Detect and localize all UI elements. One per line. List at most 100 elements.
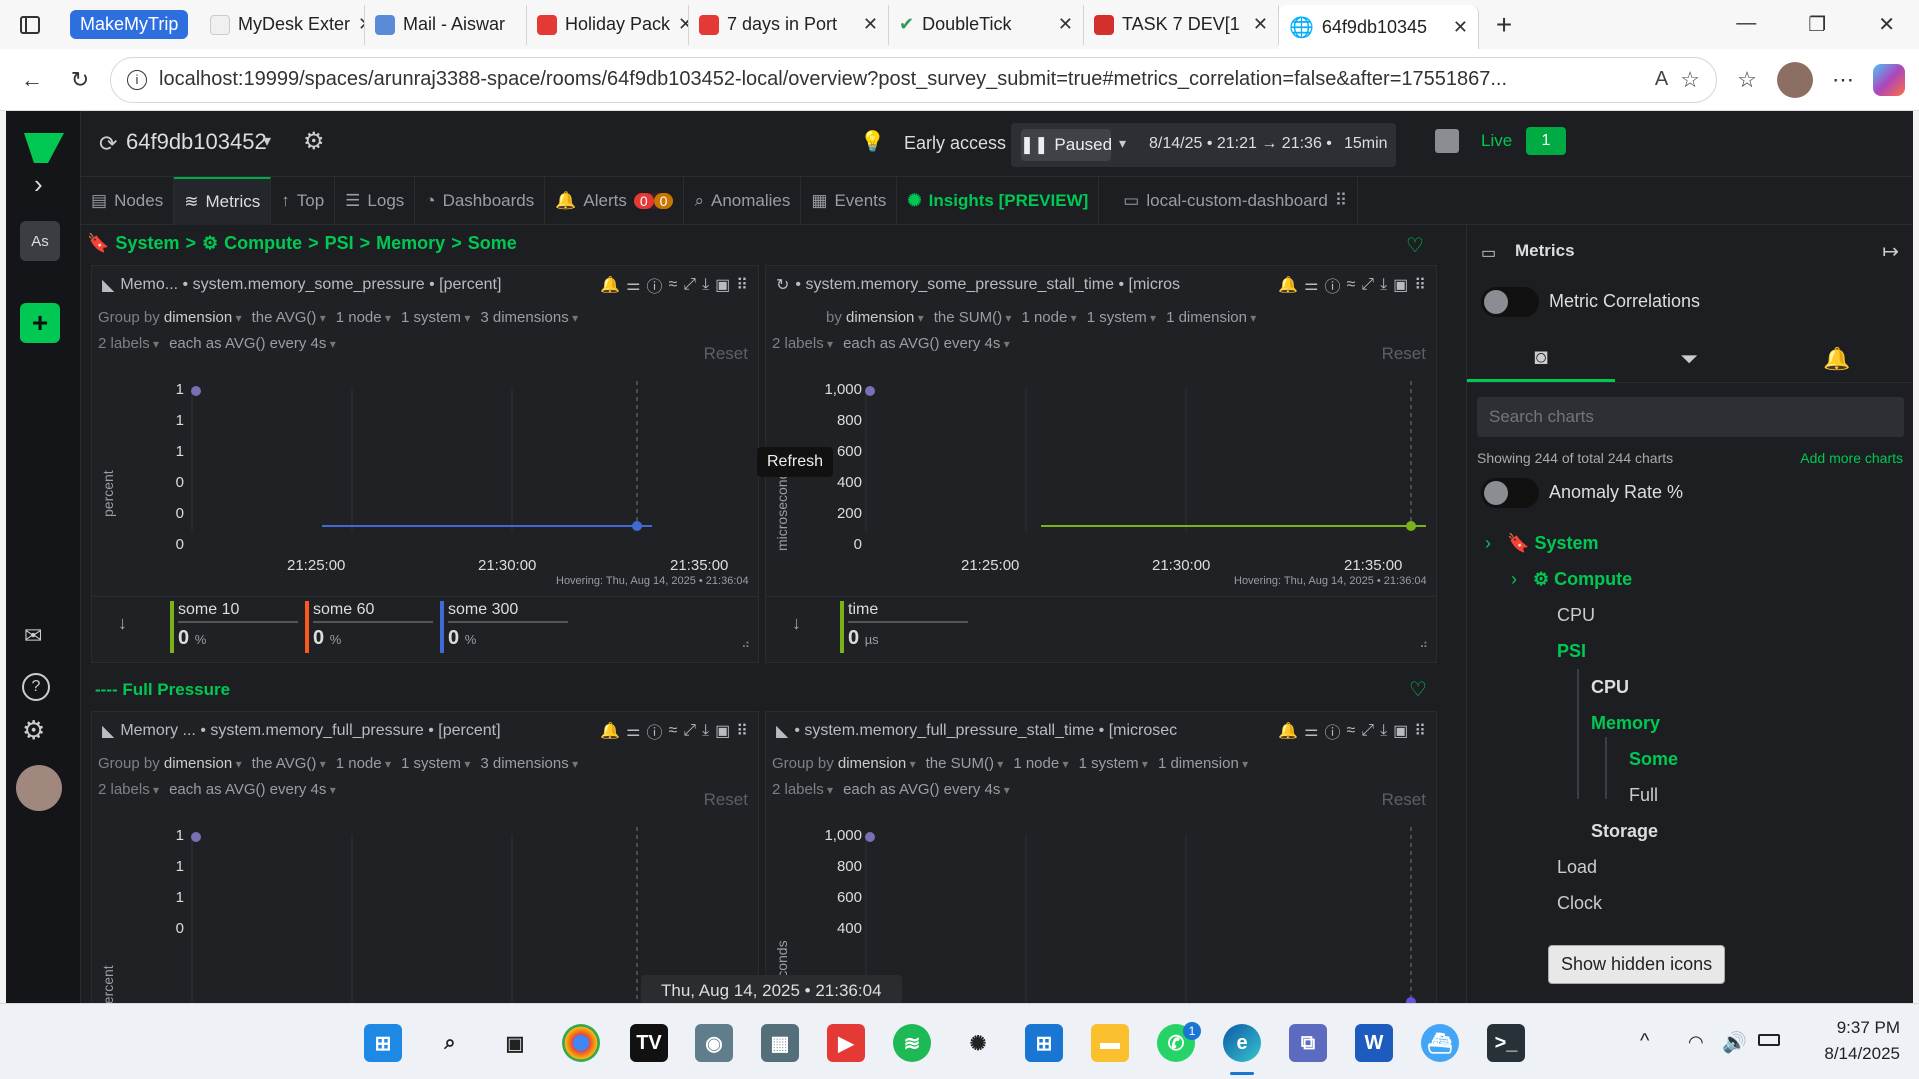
tree-item-cpu[interactable]: CPU bbox=[1557, 605, 1595, 626]
group-by[interactable]: Group by dimension bbox=[98, 755, 242, 772]
chart-plot[interactable] bbox=[92, 381, 760, 546]
sort-arrow-icon[interactable]: ↓ bbox=[118, 613, 127, 634]
add-space-button[interactable]: + bbox=[20, 303, 60, 343]
save-icon[interactable]: ▣ bbox=[715, 275, 730, 295]
tree-item-load[interactable]: Load bbox=[1557, 857, 1597, 878]
chatgpt-icon[interactable]: ✺ bbox=[959, 1024, 997, 1062]
alert-bell-icon[interactable]: 🔔 bbox=[1278, 275, 1298, 295]
alert-bell-icon[interactable]: 🔔 bbox=[600, 721, 620, 741]
drag-handle-icon[interactable]: ⠿ bbox=[1414, 275, 1426, 295]
tab-custom-dashboard[interactable]: ▭ local-custom-dashboard ⠿ bbox=[1113, 176, 1359, 225]
tab-metrics[interactable]: ≋ Metrics bbox=[174, 176, 272, 225]
download-icon[interactable]: ⤓ bbox=[1380, 722, 1387, 740]
correlation-icon[interactable]: ≈ bbox=[1346, 722, 1355, 740]
tree-item-full[interactable]: Full bbox=[1629, 785, 1658, 806]
drag-handle-icon[interactable]: ⠿ bbox=[736, 721, 748, 741]
close-icon[interactable]: ✕ bbox=[1453, 17, 1468, 38]
room-name[interactable]: 64f9db103452 bbox=[126, 129, 267, 155]
dimensions-select[interactable]: 1 dimension bbox=[1166, 309, 1256, 326]
legend-item[interactable]: time 0 µs bbox=[840, 601, 968, 653]
breadcrumb-compute[interactable]: Compute bbox=[224, 233, 302, 254]
nodes-status-icon[interactable] bbox=[1435, 129, 1459, 153]
expand-chevron-icon[interactable]: › bbox=[1511, 569, 1517, 590]
tree-item-psi-cpu[interactable]: CPU bbox=[1591, 677, 1629, 698]
settings-sliders-icon[interactable]: ⚌ bbox=[626, 275, 640, 295]
legend-item[interactable]: some 10 0 % bbox=[170, 601, 298, 653]
tab-top[interactable]: ↑ Top bbox=[271, 176, 336, 225]
store-icon[interactable]: ⊞ bbox=[1025, 1024, 1063, 1062]
favorites-icon[interactable]: ☆ bbox=[1729, 62, 1765, 98]
chrome-icon[interactable] bbox=[562, 1024, 600, 1062]
resize-handle-icon[interactable]: ⠴ bbox=[741, 637, 750, 651]
tree-item-some[interactable]: Some bbox=[1629, 749, 1678, 770]
aggregation-select[interactable]: the SUM() bbox=[934, 309, 1012, 326]
tree-item-clock[interactable]: Clock bbox=[1557, 893, 1602, 914]
breadcrumb-psi[interactable]: PSI bbox=[325, 233, 354, 254]
download-icon[interactable]: ⤓ bbox=[702, 722, 709, 740]
labels-select[interactable]: 2 labels bbox=[98, 335, 159, 352]
systems-select[interactable]: 1 system bbox=[401, 755, 470, 772]
reset-button[interactable]: Reset bbox=[1382, 790, 1426, 810]
tab-logs[interactable]: ☰ Logs bbox=[335, 176, 416, 225]
reset-button[interactable]: Reset bbox=[704, 344, 748, 364]
remote-desktop-icon[interactable]: ⧉ bbox=[1289, 1024, 1327, 1062]
browser-tab[interactable]: Mail - Aiswar bbox=[365, 4, 527, 45]
close-icon[interactable]: ✕ bbox=[1253, 14, 1268, 35]
nodes-select[interactable]: 1 node bbox=[1013, 755, 1068, 772]
expand-chevron-icon[interactable]: › bbox=[34, 169, 43, 200]
labels-select[interactable]: 2 labels bbox=[98, 781, 159, 798]
docker-icon[interactable]: ⛴ bbox=[1421, 1024, 1459, 1062]
browser-tab[interactable]: Holiday Pack ✕ bbox=[527, 4, 689, 45]
paused-button[interactable]: ❚❚ Paused bbox=[1020, 129, 1112, 161]
dimensions-select[interactable]: 1 dimension bbox=[1158, 755, 1248, 772]
anomaly-rate-toggle[interactable] bbox=[1481, 478, 1539, 508]
refresh-icon[interactable]: ↻ bbox=[776, 275, 789, 295]
favorite-star-icon[interactable]: ☆ bbox=[1680, 67, 1700, 93]
browser-tab[interactable]: ✔ DoubleTick ✕ bbox=[889, 4, 1084, 45]
breadcrumb-some[interactable]: Some bbox=[468, 233, 517, 254]
date-range[interactable]: 8/14/25 • 21:21 → 21:36 • bbox=[1149, 135, 1332, 153]
windows-start-icon[interactable]: ⊞ bbox=[364, 1024, 402, 1062]
settings-sliders-icon[interactable]: ⚌ bbox=[1304, 721, 1318, 741]
collapse-panel-icon[interactable]: ↦ bbox=[1882, 239, 1899, 264]
alert-bell-icon[interactable]: 🔔 bbox=[1278, 721, 1298, 741]
user-avatar[interactable] bbox=[16, 765, 62, 811]
tab-alerts[interactable]: 🔔 Alerts 0 0 bbox=[545, 176, 685, 225]
time-aggregation-select[interactable]: each as AVG() every 4s bbox=[843, 781, 1010, 798]
read-aloud-icon[interactable]: A bbox=[1655, 68, 1668, 91]
resize-handle-icon[interactable]: ⠴ bbox=[1419, 637, 1428, 651]
live-count-badge[interactable]: 1 bbox=[1526, 127, 1566, 155]
clock-time[interactable]: 9:37 PM bbox=[1808, 1018, 1900, 1038]
fullscreen-icon[interactable]: ⤢ bbox=[1361, 276, 1374, 294]
dimensions-select[interactable]: 3 dimensions bbox=[480, 309, 578, 326]
nodes-select[interactable]: 1 node bbox=[336, 309, 391, 326]
tab-anomalies[interactable]: ⌕ Anomalies bbox=[684, 176, 802, 225]
browser-tab-makemytrip[interactable]: MakeMyTrip bbox=[60, 5, 200, 45]
tab-nodes[interactable]: ▤ Nodes bbox=[81, 176, 175, 225]
nodes-select[interactable]: 1 node bbox=[336, 755, 391, 772]
systems-select[interactable]: 1 system bbox=[1079, 755, 1148, 772]
settings-sliders-icon[interactable]: ⚌ bbox=[1304, 275, 1318, 295]
time-aggregation-select[interactable]: each as AVG() every 4s bbox=[169, 335, 336, 352]
copilot-icon[interactable] bbox=[1873, 63, 1905, 96]
browser-tab[interactable]: MyDesk Exter ✕ bbox=[200, 4, 365, 45]
breadcrumb-memory[interactable]: Memory bbox=[376, 233, 445, 254]
tree-item-psi[interactable]: PSI bbox=[1557, 641, 1586, 662]
browser-tab[interactable]: 7 days in Port ✕ bbox=[689, 4, 889, 45]
save-icon[interactable]: ▣ bbox=[1393, 275, 1408, 295]
help-icon[interactable]: ? bbox=[22, 673, 50, 701]
camera-icon[interactable]: ◉ bbox=[695, 1024, 733, 1062]
task-view-icon[interactable]: ▣ bbox=[496, 1024, 534, 1062]
info-icon[interactable]: ⓘ bbox=[646, 719, 662, 743]
calculator-icon[interactable]: ▦ bbox=[761, 1024, 799, 1062]
settings-gear-icon[interactable]: ⚙ bbox=[22, 715, 45, 746]
profile-avatar[interactable] bbox=[1777, 61, 1813, 98]
reload-icon[interactable]: ↻ bbox=[62, 62, 98, 98]
tab-actions-icon[interactable] bbox=[0, 14, 60, 36]
info-icon[interactable]: ⓘ bbox=[1324, 719, 1340, 743]
info-icon[interactable]: ⓘ bbox=[1324, 273, 1340, 297]
group-by[interactable]: Group by dimension bbox=[772, 755, 916, 772]
back-icon[interactable]: ← bbox=[14, 62, 50, 98]
add-more-charts-link[interactable]: Add more charts bbox=[1800, 450, 1903, 466]
correlation-icon[interactable]: ≈ bbox=[1346, 276, 1355, 294]
